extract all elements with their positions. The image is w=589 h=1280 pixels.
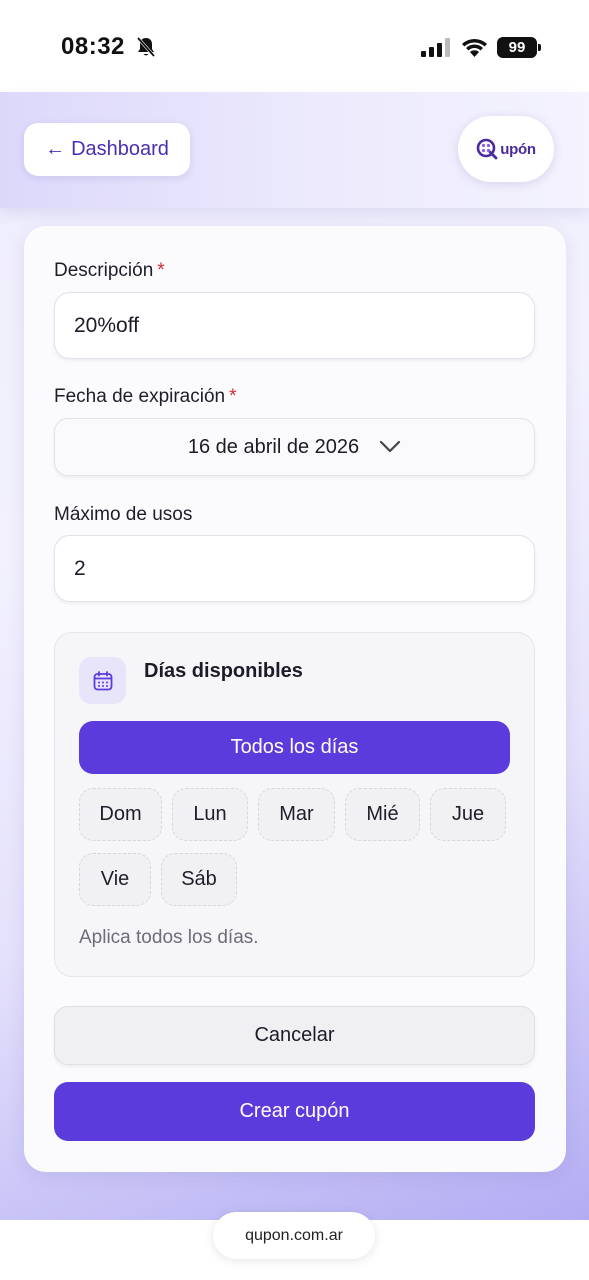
back-button-label: Dashboard xyxy=(71,138,169,160)
day-chip-jue[interactable]: Jue xyxy=(430,788,506,841)
status-bar: 08:32 99 xyxy=(0,0,589,92)
expiration-label: Fecha de expiración * xyxy=(54,386,237,408)
cancel-button[interactable]: Cancelar xyxy=(54,1006,535,1065)
brand-logo[interactable]: upón xyxy=(458,116,554,182)
chevron-down-icon xyxy=(380,440,401,453)
calendar-badge xyxy=(79,657,126,704)
expiration-date-picker[interactable]: 16 de abril de 2026 xyxy=(54,418,535,476)
expiration-label-text: Fecha de expiración xyxy=(54,386,226,407)
max-uses-label: Máximo de usos xyxy=(54,504,193,525)
signal-icon xyxy=(421,38,450,57)
required-mark: * xyxy=(229,386,237,407)
all-days-button[interactable]: Todos los días xyxy=(79,721,510,774)
status-time: 08:32 xyxy=(61,33,125,60)
max-uses-input[interactable]: 2 xyxy=(54,535,535,602)
day-chip-lun[interactable]: Lun xyxy=(172,788,248,841)
days-title: Días disponibles xyxy=(144,660,303,682)
description-label: Descripción * xyxy=(54,260,165,282)
day-chip-sab[interactable]: Sáb xyxy=(161,853,237,906)
wifi-icon xyxy=(462,38,487,57)
day-chip-mie[interactable]: Mié xyxy=(345,788,420,841)
battery-indicator: 99 xyxy=(497,37,541,58)
create-coupon-button[interactable]: Crear cupón xyxy=(54,1082,535,1141)
description-input[interactable]: 20%off xyxy=(54,292,535,359)
bell-off-icon xyxy=(136,37,156,57)
description-label-text: Descripción xyxy=(54,260,154,281)
back-arrow-icon: ← xyxy=(45,138,66,160)
browser-url-bar[interactable]: qupon.com.ar xyxy=(213,1212,375,1259)
day-chip-dom[interactable]: Dom xyxy=(79,788,162,841)
required-mark: * xyxy=(157,260,165,281)
day-chip-mar[interactable]: Mar xyxy=(258,788,335,841)
logo-text: upón xyxy=(500,140,536,158)
days-help-text: Aplica todos los días. xyxy=(79,927,259,948)
qupon-logo-icon xyxy=(476,138,498,160)
back-to-dashboard-button[interactable]: ← Dashboard xyxy=(24,123,190,176)
calendar-icon xyxy=(93,670,112,690)
day-chip-vie[interactable]: Vie xyxy=(79,853,151,906)
expiration-date-value: 16 de abril de 2026 xyxy=(187,435,360,458)
